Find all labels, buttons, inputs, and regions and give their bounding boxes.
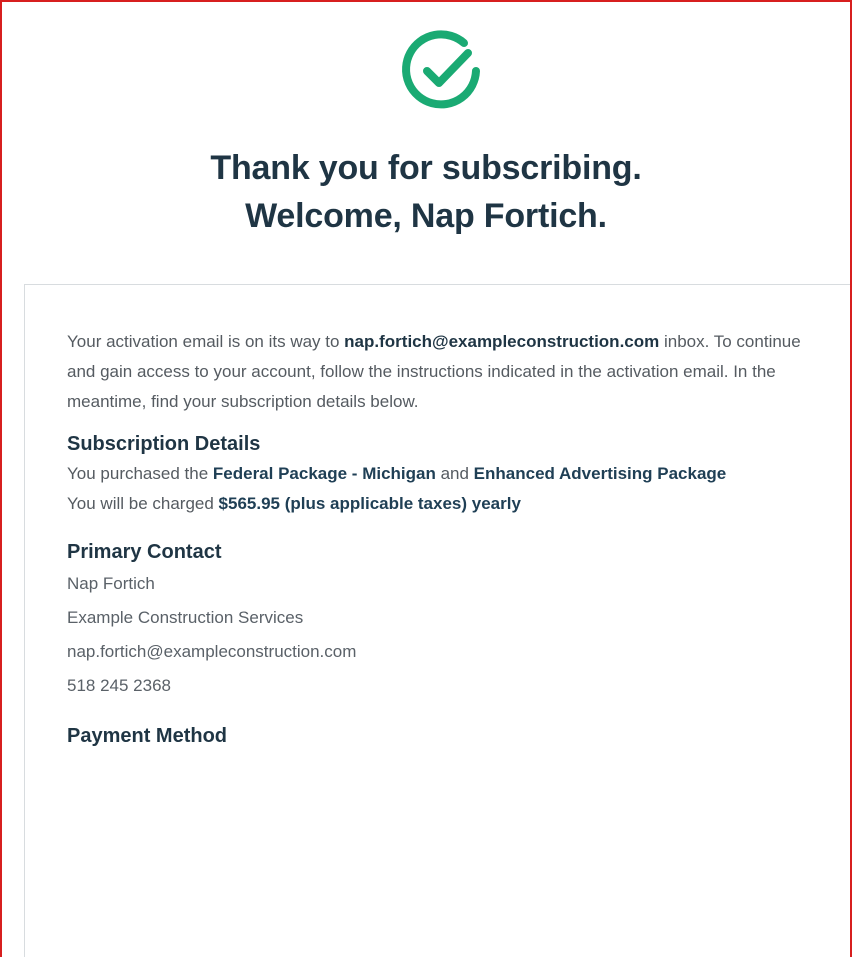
package-federal-michigan: Federal Package - Michigan [212, 464, 436, 483]
page-title: Thank you for subscribing. Welcome, Nap … [2, 144, 850, 240]
package-enhanced-advertising: Enhanced Advertising Package [473, 464, 727, 483]
contact-email: nap.fortich@exampleconstruction.com [67, 642, 357, 661]
purchase-prefix: You purchased the [67, 464, 213, 483]
charge-prefix: You will be charged [67, 494, 219, 513]
purchase-summary: You purchased the Federal Package - Mich… [67, 459, 819, 489]
charge-summary: You will be charged $565.95 (plus applic… [67, 489, 819, 519]
payment-method-heading: Payment Method [67, 725, 228, 747]
subscription-details-heading: Subscription Details [67, 433, 261, 455]
title-line-thank-you: Thank you for subscribing. [210, 149, 642, 187]
confirmation-page: Thank you for subscribing. Welcome, Nap … [0, 0, 852, 957]
confirmation-hero: Thank you for subscribing. Welcome, Nap … [2, 2, 850, 284]
subscription-summary-panel: Your activation email is on its way to n… [24, 284, 850, 957]
summary-content: Your activation email is on its way to n… [67, 327, 819, 751]
contact-phone: 518 245 2368 [67, 676, 171, 695]
charge-amount: $565.95 (plus applicable taxes) yearly [218, 494, 521, 513]
contact-company: Example Construction Services [67, 608, 304, 627]
check-circle-icon [402, 30, 480, 109]
contact-name: Nap Fortich [67, 574, 155, 593]
primary-contact-heading: Primary Contact [67, 541, 222, 563]
title-line-welcome: Welcome, Nap Fortich. [245, 197, 607, 235]
activation-message-prefix: Your activation email is on its way to [67, 332, 345, 351]
activation-email: nap.fortich@exampleconstruction.com [344, 332, 660, 351]
purchase-joiner: and [435, 464, 474, 483]
activation-message: Your activation email is on its way to n… [67, 327, 819, 417]
